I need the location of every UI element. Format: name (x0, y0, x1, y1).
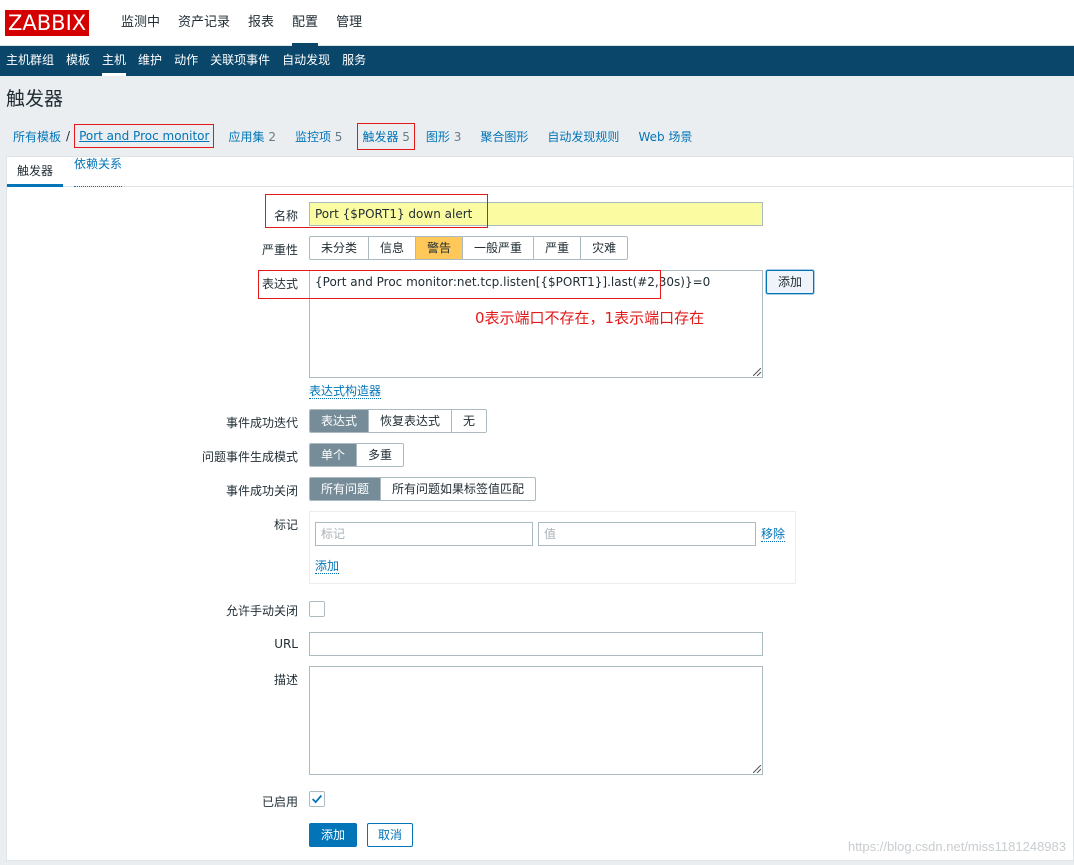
submenu-hosts[interactable]: 主机 (96, 46, 132, 76)
ok-close-selector: 所有问题 所有问题如果标签值匹配 (309, 477, 537, 501)
breadcrumb-applications[interactable]: 应用集 2 (228, 128, 275, 145)
form-tabs: 触发器 依赖关系 (7, 157, 1073, 187)
ok-event-expression[interactable]: 表达式 (310, 410, 370, 432)
menu-reports[interactable]: 报表 (239, 0, 283, 46)
severity-warning[interactable]: 警告 (416, 237, 464, 259)
manual-close-label: 允许手动关闭 (225, 604, 298, 618)
enabled-checkbox[interactable] (309, 791, 325, 807)
ok-close-label: 事件成功关闭 (225, 484, 298, 498)
expression-add-button[interactable]: 添加 (766, 270, 815, 294)
breadcrumb-discovery[interactable]: 自动发现规则 (547, 128, 619, 145)
resize-grip-icon[interactable] (753, 368, 761, 376)
severity-label: 严重性 (261, 243, 298, 257)
graphs-count: 3 (453, 129, 462, 144)
menu-administration[interactable]: 管理 (327, 0, 371, 46)
page-title: 触发器 (6, 88, 64, 110)
breadcrumb-separator: / (66, 129, 71, 143)
severity-selector: 未分类 信息 警告 一般严重 严重 灾难 (309, 236, 629, 260)
triggers-count: 5 (402, 129, 410, 144)
description-field[interactable] (309, 666, 763, 775)
breadcrumb-screens[interactable]: 聚合图形 (480, 128, 528, 145)
submenu-host-groups[interactable]: 主机群组 (0, 46, 60, 76)
tag-value-placeholder: 值 (544, 527, 557, 541)
menu-configuration[interactable]: 配置 (283, 0, 327, 46)
main-menu: 监测中 资产记录 报表 配置 管理 (112, 0, 371, 46)
problem-mode-label: 问题事件生成模式 (201, 450, 298, 464)
ok-event-selector: 表达式 恢复表达式 无 (309, 409, 488, 433)
items-label: 监控项 (294, 129, 331, 144)
submenu-templates[interactable]: 模板 (60, 46, 96, 76)
url-input[interactable] (309, 632, 763, 656)
name-label: 名称 (273, 209, 298, 223)
problem-mode-selector: 单个 多重 (309, 443, 405, 467)
sub-menu: 主机群组 模板 主机 维护 动作 关联项事件 自动发现 服务 (0, 46, 1074, 76)
submenu-correlation[interactable]: 关联项事件 (204, 46, 276, 76)
triggers-label: 触发器 (362, 129, 399, 144)
breadcrumb-triggers[interactable]: 触发器 5 (357, 122, 415, 150)
expression-text: {Port and Proc monitor:net.tcp.listen[{$… (315, 275, 711, 289)
annotation-note: 0表示端口不存在，1表示端口存在 (475, 309, 705, 327)
submenu-services[interactable]: 服务 (336, 46, 372, 76)
resize-grip-icon[interactable] (753, 765, 761, 773)
ok-close-all-problems[interactable]: 所有问题 (310, 478, 382, 500)
breadcrumb-graphs[interactable]: 图形 3 (426, 128, 461, 145)
severity-information[interactable]: 信息 (369, 237, 417, 259)
breadcrumb-all-templates[interactable]: 所有模板 (13, 128, 61, 145)
trigger-form-panel: 触发器 依赖关系 名称 Port {$PORT1} down alert 严重性… (6, 156, 1074, 861)
ok-event-none[interactable]: 无 (452, 410, 486, 432)
breadcrumb-web[interactable]: Web 场景 (638, 128, 692, 145)
tag-name-input[interactable]: 标记 (315, 522, 533, 546)
cancel-button[interactable]: 取消 (367, 823, 414, 847)
problem-mode-single[interactable]: 单个 (310, 444, 358, 466)
ok-event-label: 事件成功迭代 (225, 416, 298, 430)
top-header: ZABBIX 监测中 资产记录 报表 配置 管理 (0, 0, 1074, 46)
severity-not-classified[interactable]: 未分类 (310, 237, 370, 259)
applications-count: 2 (268, 129, 276, 144)
expression-label: 表达式 (261, 277, 298, 291)
graphs-label: 图形 (425, 129, 450, 144)
manual-close-checkbox[interactable] (309, 601, 325, 617)
description-label: 描述 (273, 673, 298, 687)
tag-value-input[interactable]: 值 (538, 522, 756, 546)
submenu-actions[interactable]: 动作 (168, 46, 204, 76)
tab-dependencies[interactable]: 依赖关系 (74, 157, 123, 187)
severity-average[interactable]: 一般严重 (463, 237, 535, 259)
ok-close-tag-match[interactable]: 所有问题如果标签值匹配 (381, 478, 535, 500)
tag-add-link[interactable]: 添加 (315, 559, 340, 574)
tag-name-placeholder: 标记 (321, 527, 346, 541)
submenu-maintenance[interactable]: 维护 (132, 46, 168, 76)
submit-add-button[interactable]: 添加 (309, 823, 358, 847)
tag-remove-link[interactable]: 移除 (761, 527, 786, 542)
breadcrumb: 所有模板 / Port and Proc monitor 应用集 2 监控项 5… (0, 122, 1074, 150)
zabbix-logo[interactable]: ZABBIX (5, 10, 90, 36)
menu-inventory[interactable]: 资产记录 (169, 0, 239, 46)
name-field[interactable]: Port {$PORT1} down alert (309, 202, 763, 226)
breadcrumb-items[interactable]: 监控项 5 (295, 128, 342, 145)
applications-label: 应用集 (228, 129, 265, 144)
tab-trigger[interactable]: 触发器 (7, 157, 64, 187)
tags-container: 标记 值 移除 添加 (309, 511, 796, 584)
items-count: 5 (334, 129, 343, 144)
watermark: https://blog.csdn.net/miss1181248983 (847, 839, 1066, 854)
tags-label: 标记 (273, 518, 298, 532)
url-label: URL (274, 637, 298, 651)
menu-monitoring[interactable]: 监测中 (112, 0, 169, 46)
severity-disaster[interactable]: 灾难 (581, 237, 627, 259)
breadcrumb-template[interactable]: Port and Proc monitor (74, 124, 215, 148)
expression-builder-link[interactable]: 表达式构造器 (309, 384, 382, 399)
checkmark-icon (312, 794, 323, 804)
enabled-label: 已启用 (261, 795, 298, 809)
ok-event-recovery-expression[interactable]: 恢复表达式 (369, 410, 453, 432)
problem-mode-multiple[interactable]: 多重 (357, 444, 403, 466)
severity-high[interactable]: 严重 (534, 237, 582, 259)
submenu-discovery[interactable]: 自动发现 (276, 46, 336, 76)
